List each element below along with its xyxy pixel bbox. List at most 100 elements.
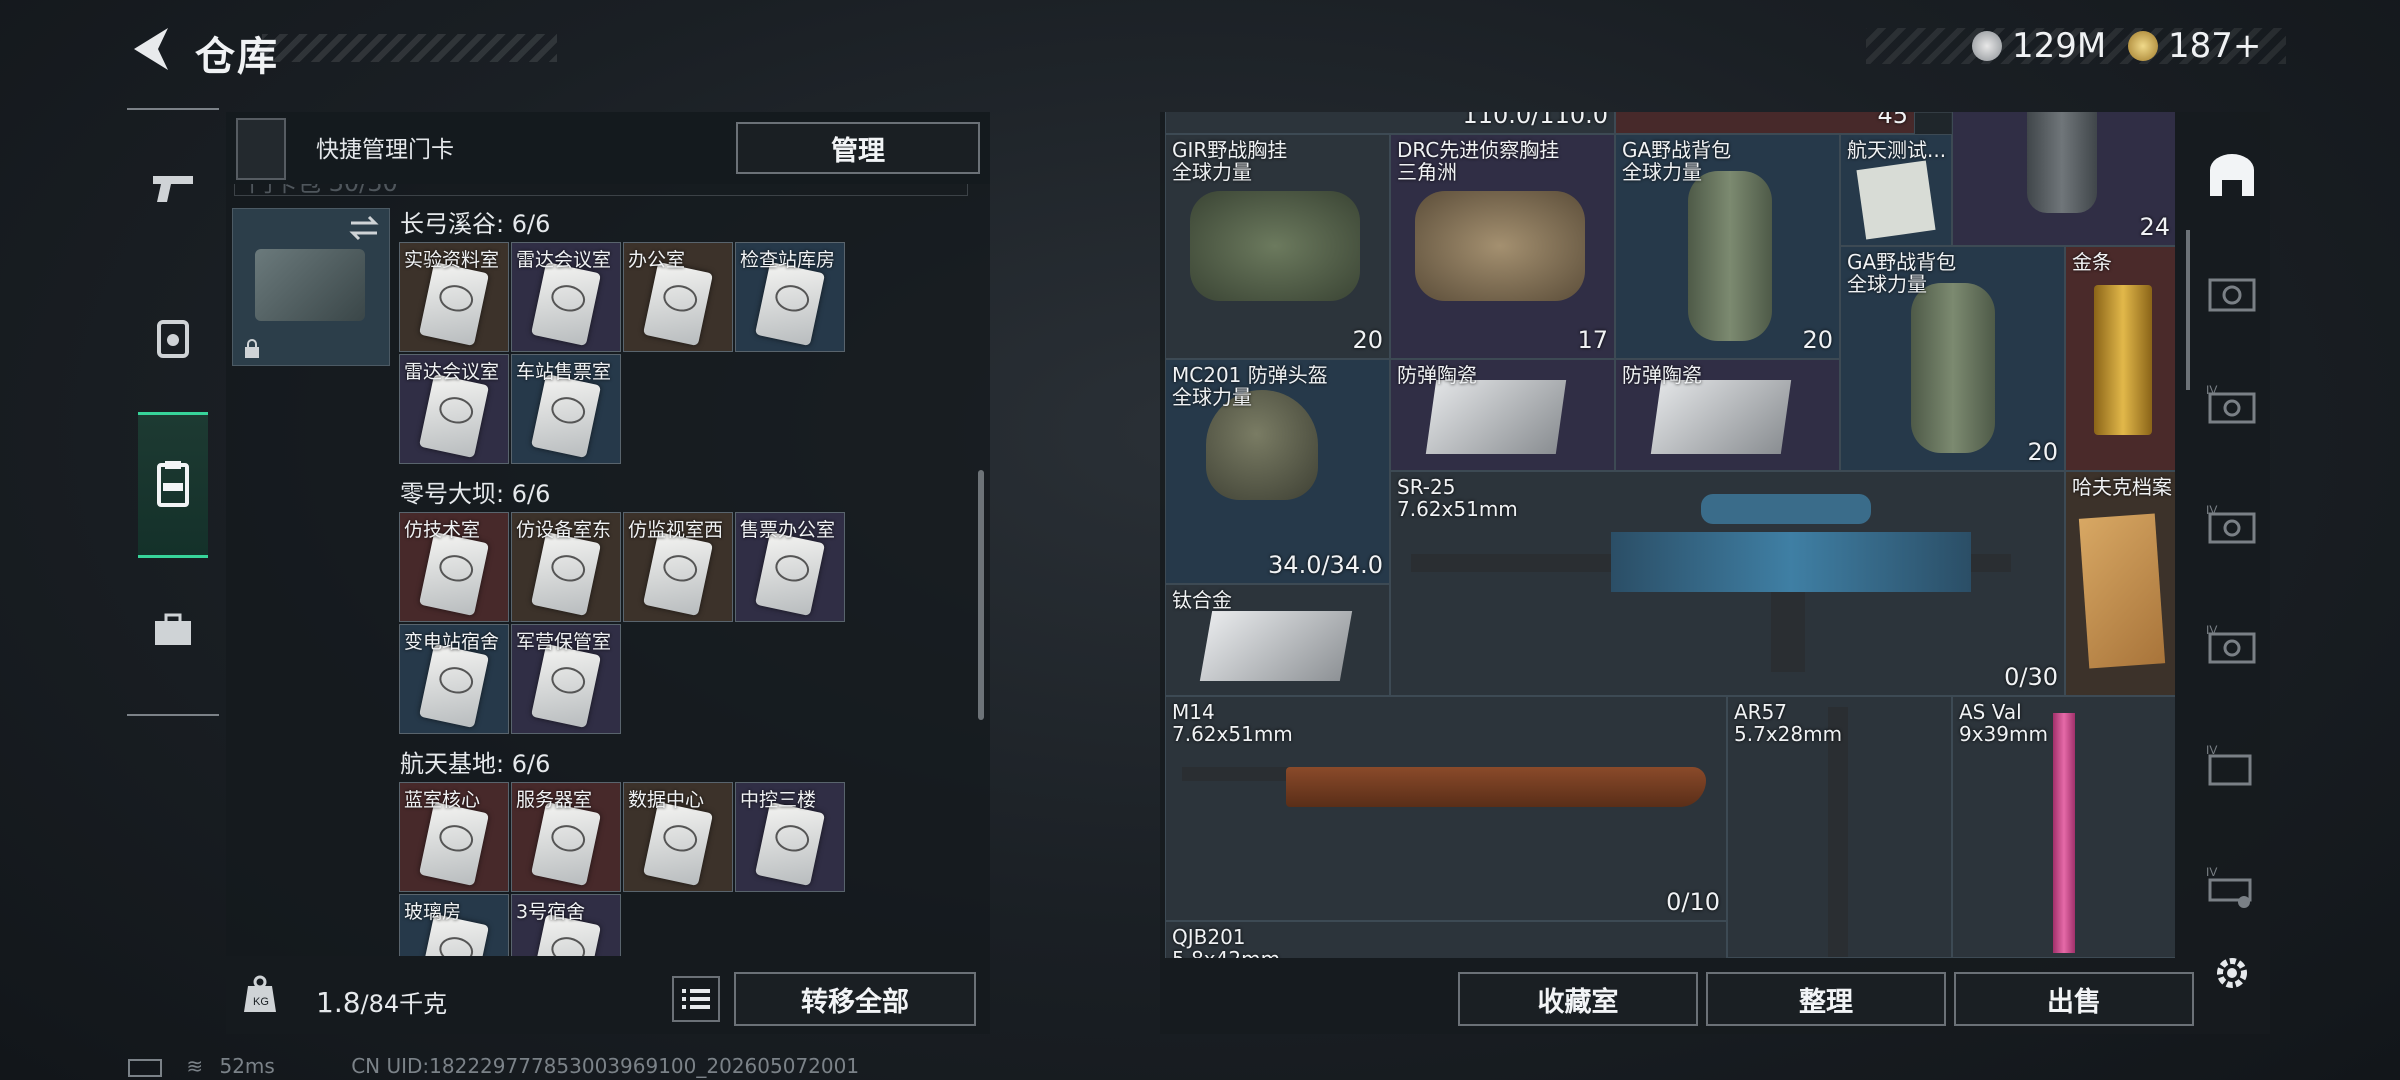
stash-home-icon[interactable] [2206, 152, 2258, 198]
section-title: 零号大坝: 6/6 [400, 480, 551, 508]
svg-text:IV: IV [2206, 865, 2217, 879]
safe-box-icon[interactable] [2206, 270, 2258, 316]
safe-box-iv-icon[interactable]: IV [2206, 502, 2258, 548]
keycard-slot[interactable]: 中控三楼 [735, 782, 845, 892]
keycard-slot[interactable]: 实验资料室 [399, 242, 509, 352]
keycard-label: 变电站宿舍 [404, 631, 500, 653]
keycard-label: 雷达会议室 [516, 249, 612, 271]
keycard-label: 3号宿舍 [516, 901, 586, 923]
keycard-slot[interactable]: 办公室 [623, 242, 733, 352]
plate-image [1425, 380, 1567, 454]
sort-button[interactable]: 整理 [1706, 972, 1946, 1026]
rifle-stock-image [1286, 767, 1706, 807]
stash-item-gir-chest-rig[interactable]: GIR野战胸挂 全球力量 20 [1165, 134, 1390, 359]
stash-item-sr25[interactable]: SR-25 7.62x51mm 0/30 [1390, 471, 2065, 696]
wifi-icon: ≋ [186, 1054, 204, 1078]
stash-item-as-val[interactable]: AS Val 9x39mm [1952, 696, 2175, 958]
nav-weapon-tab[interactable] [138, 148, 208, 228]
list-icon [682, 989, 710, 1009]
quick-manage-label: 快捷管理门卡 [316, 137, 454, 163]
settings-gear-icon[interactable] [2206, 950, 2258, 996]
scope-image [1701, 494, 1871, 524]
stash-item-qjb201[interactable]: QJB201 5.8x42mm [1165, 921, 1727, 958]
stash-item-top-right[interactable]: 24 [1952, 112, 2175, 246]
keycard-slot[interactable]: 检查站库房 [735, 242, 845, 352]
keycard-image [642, 801, 714, 887]
pistol-icon [153, 176, 193, 202]
stash-grid: 110.0/110.0 45 GIR野战胸挂 全球力量 20 DRC先进侦察胸挂… [1165, 112, 2175, 958]
keycard-image [754, 801, 826, 887]
left-scrollbar[interactable] [978, 470, 984, 720]
stash-item-ar57[interactable]: AR57 5.7x28mm [1727, 696, 1952, 958]
keycard-label: 雷达会议室 [404, 361, 500, 383]
keycard-label: 蓝室核心 [404, 789, 481, 811]
battery-icon [128, 1058, 162, 1077]
silver-coin-icon [1972, 31, 2002, 61]
manage-button[interactable]: 管理 [736, 122, 980, 174]
keycard-slot[interactable]: 数据中心 [623, 782, 733, 892]
folder-iv-icon[interactable]: IV [2206, 742, 2258, 788]
keycard-label: 仿技术室 [404, 519, 481, 541]
keycard-slot[interactable]: 仿监视室西 [623, 512, 733, 622]
stash-item-m14[interactable]: M14 7.62x51mm 0/10 [1165, 696, 1727, 921]
keycard-label: 仿监视室西 [628, 519, 724, 541]
keycard-slot[interactable]: 仿技术室 [399, 512, 509, 622]
stash-item-titanium[interactable]: 钛合金 [1165, 584, 1390, 696]
stash-item-top-mid[interactable]: 45 [1615, 112, 1915, 134]
stash-item-haavk-file[interactable]: 哈夫克档案 [2065, 471, 2175, 696]
nav-keycard-tab-active[interactable] [138, 412, 208, 558]
title-stripe [262, 34, 557, 62]
page-title: 仓库 [195, 34, 279, 80]
chest-rig-image [1415, 191, 1585, 301]
keycard-slot[interactable]: 仿设备室东 [511, 512, 621, 622]
stash-item-mc201-helmet[interactable]: MC201 防弹头盔 全球力量 34.0/34.0 [1165, 359, 1390, 584]
safe-box-iv-icon[interactable]: IV [2206, 382, 2258, 428]
nav-tag-tab[interactable] [138, 296, 208, 376]
keycard-slot[interactable]: 售票办公室 [735, 512, 845, 622]
lock-icon [245, 339, 259, 358]
keycard-image [418, 531, 490, 617]
stash-item-ga-backpack-1[interactable]: GA野战背包 全球力量 20 [1615, 134, 1840, 359]
keycard-label: 车站售票室 [516, 361, 612, 383]
keycard-image [642, 261, 714, 347]
keycard-slot[interactable]: 服务器室 [511, 782, 621, 892]
keycard-slot[interactable]: 雷达会议室 [511, 242, 621, 352]
magazine-image [1771, 592, 1805, 672]
section-title: 航天基地: 6/6 [400, 750, 551, 778]
nav-briefcase-tab[interactable] [138, 590, 208, 670]
stash-item-gold-bar[interactable]: 金条 [2065, 246, 2175, 471]
keycard-bag-slot[interactable] [232, 208, 390, 366]
keycard-slot[interactable]: 雷达会议室 [399, 354, 509, 464]
keycard-label: 实验资料室 [404, 249, 500, 271]
backpack-image [1911, 283, 1995, 453]
keycard-image [418, 373, 490, 459]
keycard-slot[interactable]: 蓝室核心 [399, 782, 509, 892]
collection-room-button[interactable]: 收藏室 [1458, 972, 1698, 1026]
keycard-slot[interactable]: 变电站宿舍 [399, 624, 509, 734]
rifle-body-image [1611, 532, 1971, 592]
stash-item-drc-chest-rig[interactable]: DRC先进侦察胸挂 三角洲 17 [1390, 134, 1615, 359]
back-arrow-icon[interactable] [128, 24, 172, 74]
keycard-label: 办公室 [628, 249, 686, 271]
safe-box-iv-icon[interactable]: IV [2206, 622, 2258, 668]
keycard-slot[interactable]: 军营保管室 [511, 624, 621, 734]
keycard-image [642, 531, 714, 617]
weight-value: 1.8/84千克 [316, 986, 448, 1019]
keycard-label: 服务器室 [516, 789, 593, 811]
keycard-image [418, 643, 490, 729]
keycard-label: 玻璃房 [404, 901, 462, 923]
gold-coin-icon [2128, 31, 2158, 61]
keycard-slot[interactable]: 车站售票室 [511, 354, 621, 464]
stash-item-ga-backpack-2[interactable]: GA野战背包 全球力量 20 [1840, 246, 2065, 471]
rifle-image [2053, 713, 2075, 953]
list-view-button[interactable] [672, 976, 720, 1022]
swap-icon[interactable] [349, 215, 379, 241]
stash-item-space-test[interactable]: 航天测试... [1840, 134, 1952, 246]
transfer-all-button[interactable]: 转移全部 [734, 972, 976, 1026]
stash-item-ceramic-plate-1[interactable]: 防弹陶瓷 [1390, 359, 1615, 471]
sell-button[interactable]: 出售 [1954, 972, 2194, 1026]
vehicle-iv-icon[interactable]: IV [2206, 864, 2258, 910]
section-title: 长弓溪谷: 6/6 [400, 210, 551, 238]
stash-item-ceramic-plate-2[interactable]: 防弹陶瓷 [1615, 359, 1840, 471]
stash-item-top-left[interactable]: 110.0/110.0 [1165, 112, 1615, 134]
